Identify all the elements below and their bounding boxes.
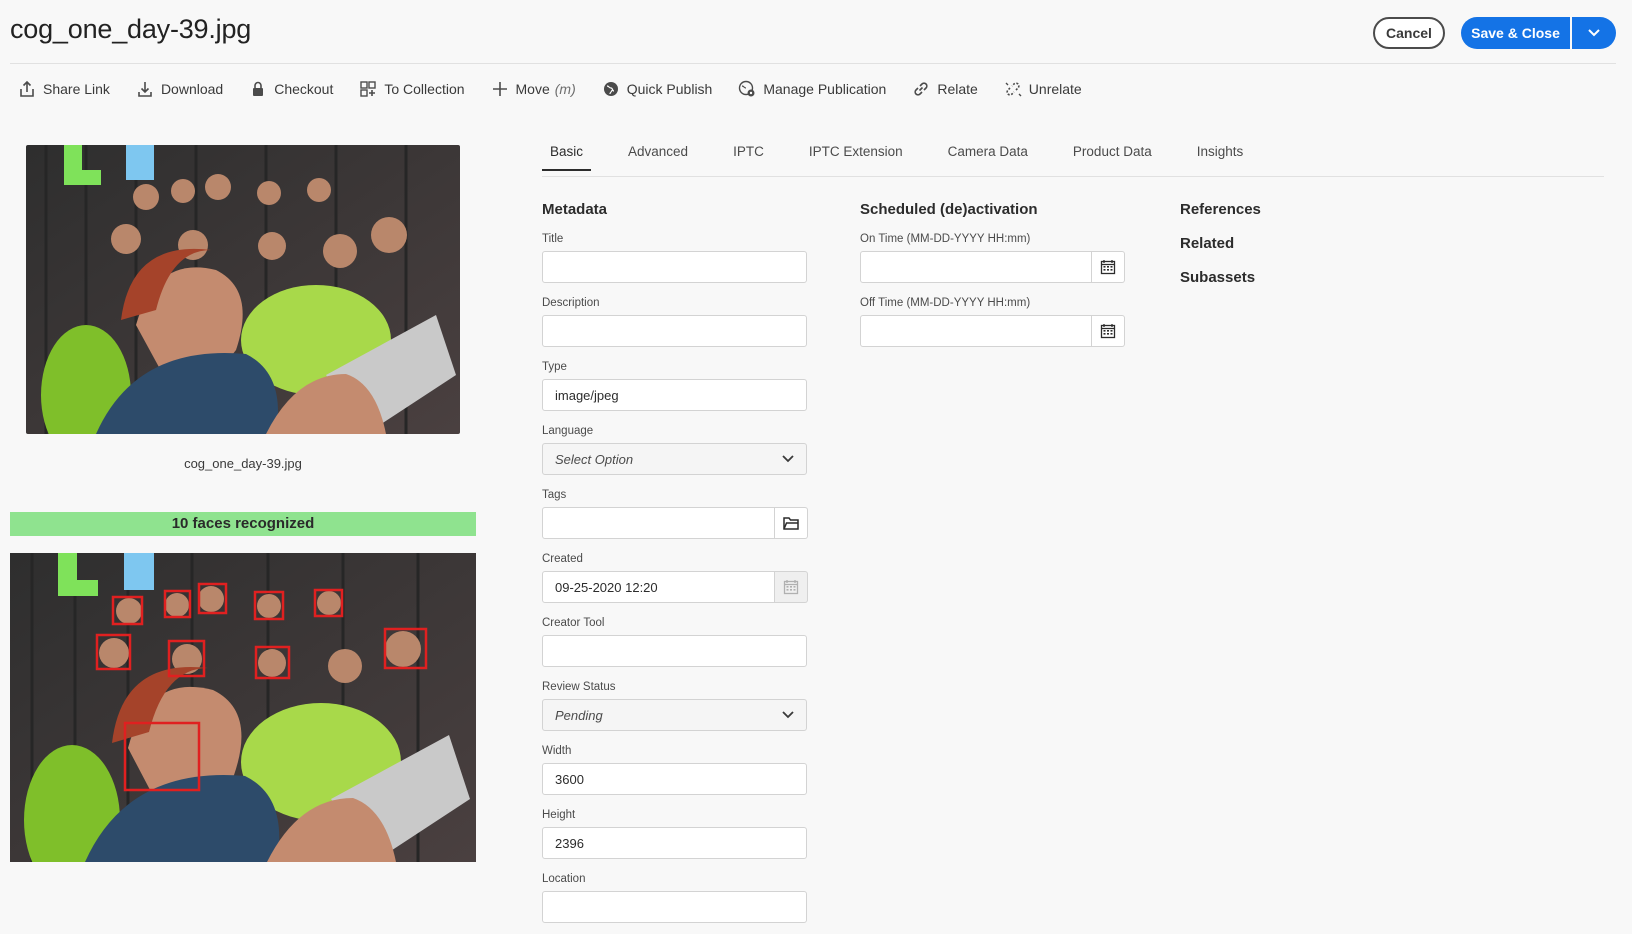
share-icon xyxy=(20,80,34,97)
title-label: Title xyxy=(542,233,564,245)
tab-insights[interactable]: Insights xyxy=(1189,135,1252,171)
width-label: Width xyxy=(542,745,572,757)
save-close-button[interactable]: Save & Close xyxy=(1461,17,1570,49)
manage-publication-label: Manage Publication xyxy=(763,81,887,97)
width-input[interactable]: 3600 xyxy=(542,763,807,795)
tab-basic[interactable]: Basic xyxy=(542,135,592,171)
to-collection-button[interactable]: To Collection xyxy=(359,80,465,98)
calendar-icon xyxy=(783,580,799,595)
relate-label: Relate xyxy=(937,81,978,97)
tags-label: Tags xyxy=(542,489,567,501)
calendar-icon xyxy=(1100,324,1116,339)
off-time-input[interactable] xyxy=(860,315,1092,347)
quick-publish-label: Quick Publish xyxy=(626,81,713,97)
faces-recognized-banner: 10 faces recognized xyxy=(10,512,476,536)
references-link[interactable]: References xyxy=(1180,201,1261,218)
on-time-label: On Time (MM-DD-YYYY HH:mm) xyxy=(860,233,1031,245)
creator-tool-input[interactable] xyxy=(542,635,807,667)
tab-iptc[interactable]: IPTC xyxy=(725,135,772,171)
globe-icon xyxy=(603,82,618,96)
move-button[interactable]: Move (m) xyxy=(491,80,576,98)
collection-add-icon xyxy=(360,81,377,97)
tabs-divider xyxy=(542,176,1604,177)
language-select[interactable]: Select Option xyxy=(542,443,807,475)
language-select-value: Select Option xyxy=(555,451,634,467)
metadata-heading: Metadata xyxy=(542,201,608,218)
preview-filename: cog_one_day-39.jpg xyxy=(184,456,302,471)
checkout-button[interactable]: Checkout xyxy=(249,80,333,98)
tab-product-data[interactable]: Product Data xyxy=(1065,135,1160,171)
created-label: Created xyxy=(542,553,583,565)
calendar-icon xyxy=(1100,260,1116,275)
quick-publish-button[interactable]: Quick Publish xyxy=(602,80,713,98)
share-link-button[interactable]: Share Link xyxy=(18,80,110,98)
unlink-icon xyxy=(1005,82,1022,97)
location-label: Location xyxy=(542,873,586,885)
subassets-link[interactable]: Subassets xyxy=(1180,269,1255,286)
to-collection-label: To Collection xyxy=(384,81,465,97)
plus-move-icon xyxy=(492,82,507,96)
height-input[interactable]: 2396 xyxy=(542,827,807,859)
lock-icon xyxy=(253,81,264,96)
creator-tool-label: Creator Tool xyxy=(542,617,605,629)
page-title: cog_one_day-39.jpg xyxy=(10,14,252,44)
move-shortcut: (m) xyxy=(554,81,576,97)
share-link-label: Share Link xyxy=(43,81,110,97)
download-icon xyxy=(138,82,152,97)
chevron-down-icon xyxy=(782,455,794,463)
unrelate-button[interactable]: Unrelate xyxy=(1004,80,1082,98)
face-detection-image xyxy=(10,553,476,862)
header-divider xyxy=(10,63,1616,64)
created-input[interactable]: 09-25-2020 12:20 xyxy=(542,571,775,603)
chevron-down-icon xyxy=(782,711,794,719)
cancel-button[interactable]: Cancel xyxy=(1373,17,1445,49)
review-status-value: Pending xyxy=(555,707,603,723)
description-input[interactable] xyxy=(542,315,807,347)
metadata-tabs: Basic Advanced IPTC IPTC Extension Camer… xyxy=(542,135,1280,171)
tags-browse-button[interactable] xyxy=(775,507,808,539)
title-input[interactable] xyxy=(542,251,807,283)
tab-iptc-extension[interactable]: IPTC Extension xyxy=(801,135,911,171)
chevron-down-icon xyxy=(1588,29,1600,37)
tab-advanced[interactable]: Advanced xyxy=(620,135,696,171)
action-toolbar: Share Link Download Checkout To Collecti… xyxy=(18,78,1108,100)
on-time-calendar-button[interactable] xyxy=(1092,251,1125,283)
folder-icon xyxy=(783,517,799,530)
description-label: Description xyxy=(542,297,600,309)
checkout-label: Checkout xyxy=(274,81,334,97)
type-input[interactable]: image/jpeg xyxy=(542,379,807,411)
asset-preview-image xyxy=(26,145,460,434)
unrelate-label: Unrelate xyxy=(1028,81,1082,97)
move-label: Move xyxy=(515,81,550,97)
download-label: Download xyxy=(160,81,224,97)
language-label: Language xyxy=(542,425,594,437)
scheduled-heading: Scheduled (de)activation xyxy=(860,201,1038,218)
type-label: Type xyxy=(542,361,567,373)
created-calendar-button[interactable] xyxy=(775,571,808,603)
tab-camera-data[interactable]: Camera Data xyxy=(940,135,1036,171)
off-time-label: Off Time (MM-DD-YYYY HH:mm) xyxy=(860,297,1031,309)
relate-button[interactable]: Relate xyxy=(912,80,978,98)
download-button[interactable]: Download xyxy=(136,80,223,98)
on-time-input[interactable] xyxy=(860,251,1092,283)
location-input[interactable] xyxy=(542,891,807,923)
review-status-label: Review Status xyxy=(542,681,616,693)
off-time-calendar-button[interactable] xyxy=(1092,315,1125,347)
save-options-button[interactable] xyxy=(1572,17,1616,49)
review-status-select[interactable]: Pending xyxy=(542,699,807,731)
link-icon xyxy=(914,82,928,96)
related-link[interactable]: Related xyxy=(1180,235,1234,252)
height-label: Height xyxy=(542,809,576,821)
tags-input[interactable] xyxy=(542,507,775,539)
manage-publication-button[interactable]: Manage Publication xyxy=(738,80,886,98)
globe-gear-icon xyxy=(739,80,755,97)
